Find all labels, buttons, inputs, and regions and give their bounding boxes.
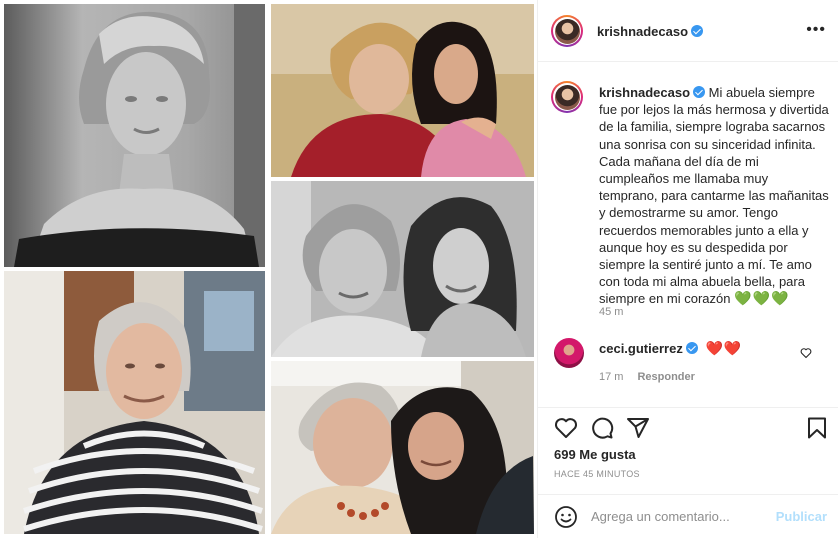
heart-icon[interactable] — [554, 416, 578, 440]
photo-grandmother-granddaughter-1 — [271, 4, 534, 177]
bookmark-icon[interactable] — [805, 416, 829, 440]
post-timestamp[interactable]: HACE 45 MINUTOS — [554, 469, 640, 479]
photo-grandmother-sweater — [4, 271, 265, 534]
photo-grandmother-granddaughter-2 — [271, 181, 534, 357]
caption-time[interactable]: 45 m — [599, 306, 623, 318]
post-caption: krishnadecaso Mi abuela siempre fue por … — [599, 84, 829, 308]
comment-body: ceci.gutierrez ❤️❤️ — [599, 340, 742, 357]
post-header: krishnadecaso ••• — [538, 0, 838, 62]
reply-button[interactable]: Responder — [637, 371, 694, 383]
verified-icon — [685, 342, 698, 354]
green-hearts-emoji: 💚💚💚 — [734, 290, 790, 307]
red-hearts-emoji: ❤️❤️ — [705, 340, 743, 356]
comment-time[interactable]: 17 m — [599, 371, 623, 383]
comment-username[interactable]: ceci.gutierrez — [599, 341, 683, 356]
comment-input[interactable]: Agrega un comentario... — [591, 509, 761, 524]
caption-username[interactable]: krishnadecaso — [599, 85, 690, 100]
comment-like-icon[interactable] — [800, 346, 812, 359]
comments-list: krishnadecaso Mi abuela siempre fue por … — [538, 62, 838, 408]
commenter-avatar[interactable] — [554, 338, 584, 368]
publish-button[interactable]: Publicar — [776, 509, 827, 524]
verified-icon — [693, 86, 706, 98]
author-avatar[interactable] — [551, 15, 583, 47]
caption-text: Mi abuela siempre fue por lejos la más h… — [599, 85, 829, 307]
photo-vintage-portrait — [4, 4, 265, 267]
author-username[interactable]: krishnadecaso — [597, 24, 688, 39]
likes-count[interactable]: 699 Me gusta — [554, 447, 636, 462]
share-icon[interactable] — [626, 416, 650, 440]
post-image-collage[interactable] — [0, 0, 537, 538]
comment-icon[interactable] — [590, 416, 614, 440]
add-comment-bar: Agrega un comentario... Publicar — [538, 494, 838, 538]
photo-grandmother-granddaughter-3 — [271, 361, 534, 534]
caption-author-avatar[interactable] — [551, 81, 583, 113]
emoji-icon[interactable] — [554, 505, 578, 529]
instagram-post: krishnadecaso ••• krishnadecaso Mi abuel… — [0, 0, 838, 538]
more-icon[interactable]: ••• — [806, 22, 826, 38]
verified-icon — [691, 25, 704, 37]
comment-meta: 17 m Responder — [599, 367, 695, 385]
post-sidebar: krishnadecaso ••• krishnadecaso Mi abuel… — [537, 0, 838, 538]
